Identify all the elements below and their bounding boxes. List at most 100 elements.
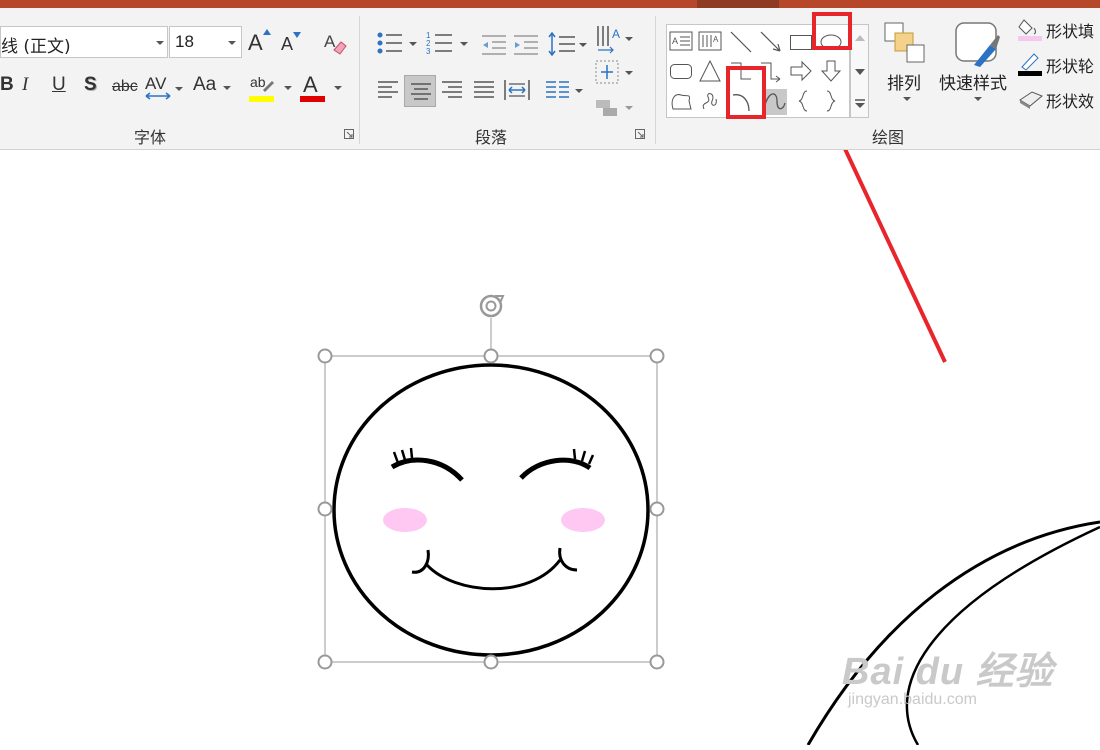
align-center-button[interactable] [404, 75, 436, 107]
text-direction-button[interactable]: A [595, 24, 635, 54]
caret-up-icon [263, 29, 271, 35]
more-shapes-icon[interactable] [855, 99, 865, 109]
line-spacing-icon [548, 31, 587, 57]
paragraph-dialog-launcher-icon[interactable] [635, 129, 645, 139]
title-bar-strip [0, 0, 1100, 8]
shrink-font-button[interactable]: A [281, 32, 303, 56]
shape-effects-button[interactable]: 形状效 [1018, 86, 1100, 112]
smartart-button[interactable] [595, 96, 635, 120]
character-spacing-button[interactable]: AV [145, 74, 185, 102]
font-name-combo[interactable]: 线 (正文) [0, 26, 168, 58]
columns-icon [546, 81, 583, 98]
grow-font-button[interactable]: A [248, 28, 272, 56]
justify-icon [474, 81, 494, 98]
line-spacing-button[interactable] [548, 31, 588, 58]
line-shape-icon[interactable] [729, 30, 753, 54]
chevron-down-icon [334, 86, 342, 90]
distributed-icon [504, 80, 530, 100]
eraser-icon: A [324, 32, 347, 55]
caret-down-icon [293, 32, 301, 38]
align-left-icon [378, 81, 398, 98]
justify-button[interactable] [472, 78, 496, 102]
shape-outline-label: 形状轮 [1046, 57, 1095, 76]
align-text-icon [595, 60, 633, 84]
font-size-value: 18 [175, 32, 194, 51]
group-separator [655, 16, 656, 144]
decrease-indent-button[interactable] [481, 34, 507, 56]
chevron-down-icon[interactable] [228, 41, 236, 45]
right-brace-shape-icon[interactable] [819, 89, 843, 113]
paragraph-group-label: 段落 [475, 128, 508, 147]
freeform-shape-icon[interactable] [669, 89, 693, 113]
rounded-rectangle-shape-icon[interactable] [669, 59, 693, 83]
align-center-icon [411, 83, 431, 100]
align-text-button[interactable] [595, 60, 635, 86]
watermark: Bai du 经验 jingyan.baidu.com [842, 640, 1054, 709]
italic-button[interactable]: I [22, 74, 28, 96]
left-brace-shape-icon[interactable] [795, 89, 819, 113]
smiley-face-oval[interactable] [332, 363, 650, 657]
bullets-button[interactable] [376, 30, 418, 60]
shape-outline-button[interactable]: 形状轮 [1018, 51, 1100, 77]
align-right-icon [442, 81, 462, 98]
highlight-color-swatch [249, 96, 274, 102]
arrange-label: 排列 [887, 74, 921, 94]
ribbon: 线 (正文) 18 A A A B I U S abc AV Aa ab A 字… [0, 8, 1100, 150]
decrease-indent-icon [482, 35, 506, 55]
scroll-down-icon[interactable] [855, 69, 865, 75]
increase-indent-button[interactable] [513, 34, 539, 56]
right-arrow-shape-icon[interactable] [789, 59, 813, 83]
watermark-main: Bai du 经验 [842, 651, 1054, 693]
curve-shape-icon[interactable] [763, 89, 787, 113]
scribble-shape-icon[interactable] [698, 89, 722, 113]
arrange-button[interactable]: 排列 [882, 21, 926, 111]
columns-button[interactable] [544, 78, 586, 102]
spacing-arrows-icon [145, 92, 171, 100]
drawing-group-label: 绘图 [872, 128, 905, 147]
down-arrow-shape-icon[interactable] [819, 59, 843, 83]
text-box-icon[interactable]: A [669, 30, 693, 54]
quick-styles-button[interactable]: 快速样式 [938, 21, 1016, 111]
arrow-line-shape-icon[interactable] [759, 30, 783, 54]
align-right-button[interactable] [440, 78, 464, 102]
svg-text:A: A [713, 35, 719, 44]
clear-formatting-button[interactable]: A [323, 30, 347, 56]
right-blush[interactable] [561, 508, 605, 532]
font-name-value: 线 (正文) [1, 37, 71, 57]
arc-shape-inner[interactable] [905, 525, 1100, 746]
svg-text:A: A [612, 27, 620, 41]
highlight-color-button[interactable]: ab [249, 74, 293, 106]
strikethrough-button[interactable]: abc [112, 78, 138, 96]
numbering-button[interactable]: 1 2 3 [426, 30, 470, 60]
font-dialog-launcher-icon[interactable] [344, 129, 354, 139]
active-tab-marker [697, 0, 779, 8]
svg-text:A: A [324, 32, 336, 51]
text-shadow-button[interactable]: S [84, 74, 97, 96]
shape-fill-label: 形状填 [1046, 22, 1095, 41]
underline-button[interactable]: U [52, 74, 66, 96]
align-left-button[interactable] [376, 78, 400, 102]
vertical-text-box-icon[interactable]: A [698, 30, 722, 54]
distributed-button[interactable] [504, 78, 530, 102]
shape-fill-button[interactable]: 形状填 [1018, 16, 1100, 42]
rectangle-shape-icon[interactable] [789, 30, 813, 54]
bulleted-list-icon [377, 32, 417, 54]
chevron-down-icon[interactable] [156, 41, 164, 45]
grow-font-icon: A [248, 30, 263, 55]
shapes-gallery-scrollbar[interactable] [850, 24, 869, 118]
smartart-icon [596, 100, 633, 116]
change-case-button[interactable]: Aa [193, 74, 233, 102]
font-color-button[interactable]: A [300, 72, 344, 106]
font-size-combo[interactable]: 18 [169, 26, 242, 58]
rotate-handle-icon[interactable] [479, 294, 505, 318]
oval-highlight-box [812, 12, 852, 50]
numbered-list-icon: 1 2 3 [426, 31, 468, 56]
scroll-up-icon[interactable] [855, 35, 865, 41]
bold-button[interactable]: B [0, 74, 14, 96]
paint-bucket-icon [1018, 19, 1042, 41]
arc-shape-outer[interactable] [806, 520, 1100, 746]
triangle-shape-icon[interactable] [698, 59, 722, 83]
chevron-down-icon [903, 97, 911, 101]
svg-text:A: A [672, 36, 678, 46]
left-blush[interactable] [383, 508, 427, 532]
